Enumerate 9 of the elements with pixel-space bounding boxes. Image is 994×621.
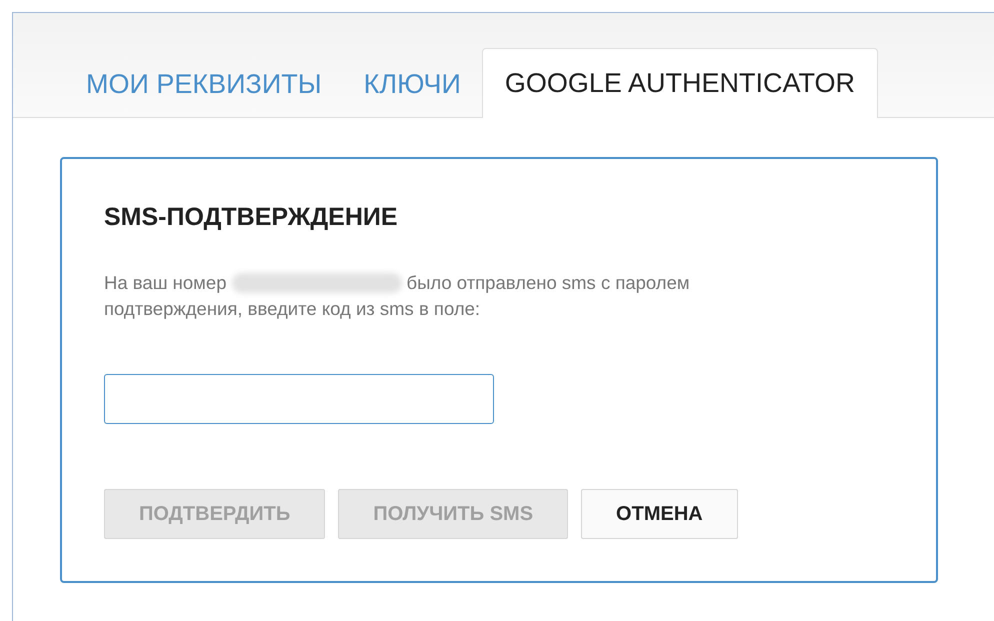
tab[interactable]: МОИ РЕКВИЗИТЫ [65,51,343,117]
code-input-field[interactable] [104,374,494,424]
message-text: было отправлено sms с паролем [406,271,690,295]
tab[interactable]: КЛЮЧИ [342,51,482,117]
message-text: подтверждения, введите код из sms в поле: [104,297,480,321]
card-title: SMS-ПОДТВЕРЖДЕНИЕ [104,203,399,232]
tab[interactable]: GOOGLE AUTHENTICATOR [482,48,878,118]
action-button[interactable]: ОТМЕНА [581,489,738,539]
message-lead: На ваш номер [104,271,226,295]
